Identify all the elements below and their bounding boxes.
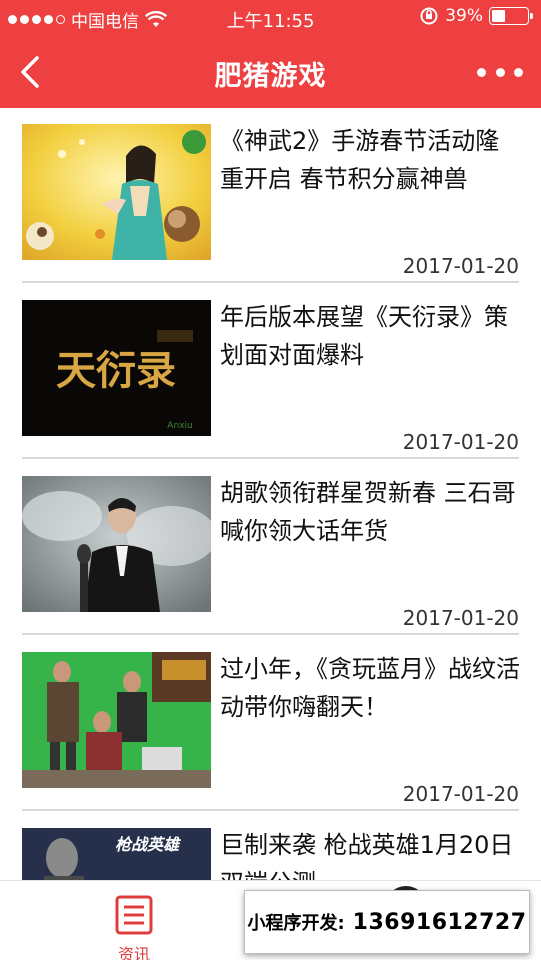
news-thumbnail: 天衍录 Anxiu: [22, 300, 211, 436]
battery-level: [492, 10, 506, 22]
promo-banner[interactable]: 小程序开发: 13691612727: [244, 890, 530, 954]
divider: [22, 633, 519, 635]
news-item[interactable]: 天衍录 Anxiu 年后版本展望《天衍录》策划面对面爆料 2017-01-20: [22, 284, 519, 460]
battery-percent: 39%: [445, 6, 483, 26]
promo-phone: 13691612727: [352, 909, 527, 935]
status-right: 39%: [419, 6, 533, 26]
news-tab-icon: [115, 895, 153, 935]
news-thumbnail: [22, 124, 211, 260]
tab-news[interactable]: 资讯: [92, 895, 176, 960]
news-title[interactable]: 年后版本展望《天衍录》策划面对面爆料: [220, 298, 520, 374]
thumb-logo-text: 枪战英雄: [115, 835, 181, 854]
tab-news-label: 资讯: [117, 945, 150, 960]
news-title[interactable]: 巨制来袭 枪战英雄1月20日双端公测: [220, 826, 520, 880]
status-bar: 中国电信 上午11:55 39%: [0, 0, 541, 36]
news-title[interactable]: 胡歌领衔群星贺新春 三石哥喊你领大话年货: [220, 474, 520, 550]
news-list[interactable]: 《神武2》手游春节活动隆重开启 春节积分赢神兽 2017-01-20 天衍录 A…: [0, 108, 541, 880]
news-title[interactable]: 过小年，《贪玩蓝月》战纹活动带你嗨翻天！: [220, 650, 520, 726]
page-title: 肥猪游戏: [214, 61, 327, 92]
news-thumbnail: 枪战英雄: [22, 828, 211, 880]
thumb-watermark: Anxiu: [167, 421, 192, 431]
divider: [22, 809, 519, 811]
navbar: 肥猪游戏: [0, 36, 541, 108]
thumb-logo-text: 天衍录: [56, 347, 176, 394]
more-button[interactable]: [477, 58, 523, 86]
news-date: 2017-01-20: [402, 606, 519, 630]
news-item[interactable]: 《神武2》手游春节活动隆重开启 春节积分赢神兽 2017-01-20: [22, 108, 519, 284]
divider: [22, 457, 519, 459]
news-date: 2017-01-20: [402, 782, 519, 806]
news-item[interactable]: 胡歌领衔群星贺新春 三石哥喊你领大话年货 2017-01-20: [22, 460, 519, 636]
more-dots-icon: [477, 67, 486, 77]
divider: [22, 281, 519, 283]
news-title[interactable]: 《神武2》手游春节活动隆重开启 春节积分赢神兽: [220, 122, 520, 198]
news-date: 2017-01-20: [402, 430, 519, 454]
battery-icon: [489, 7, 533, 25]
promo-label: 小程序开发:: [247, 913, 345, 934]
news-thumbnail: [22, 652, 211, 788]
news-item[interactable]: 过小年，《贪玩蓝月》战纹活动带你嗨翻天！ 2017-01-20: [22, 636, 520, 812]
news-thumbnail: [22, 476, 211, 612]
news-date: 2017-01-20: [402, 254, 519, 278]
app-header: 中国电信 上午11:55 39% 肥猪游戏: [0, 0, 541, 108]
news-item[interactable]: 枪战英雄 巨制来袭 枪战英雄1月20日双端公测: [22, 812, 519, 880]
rotation-lock-icon: [420, 7, 438, 25]
